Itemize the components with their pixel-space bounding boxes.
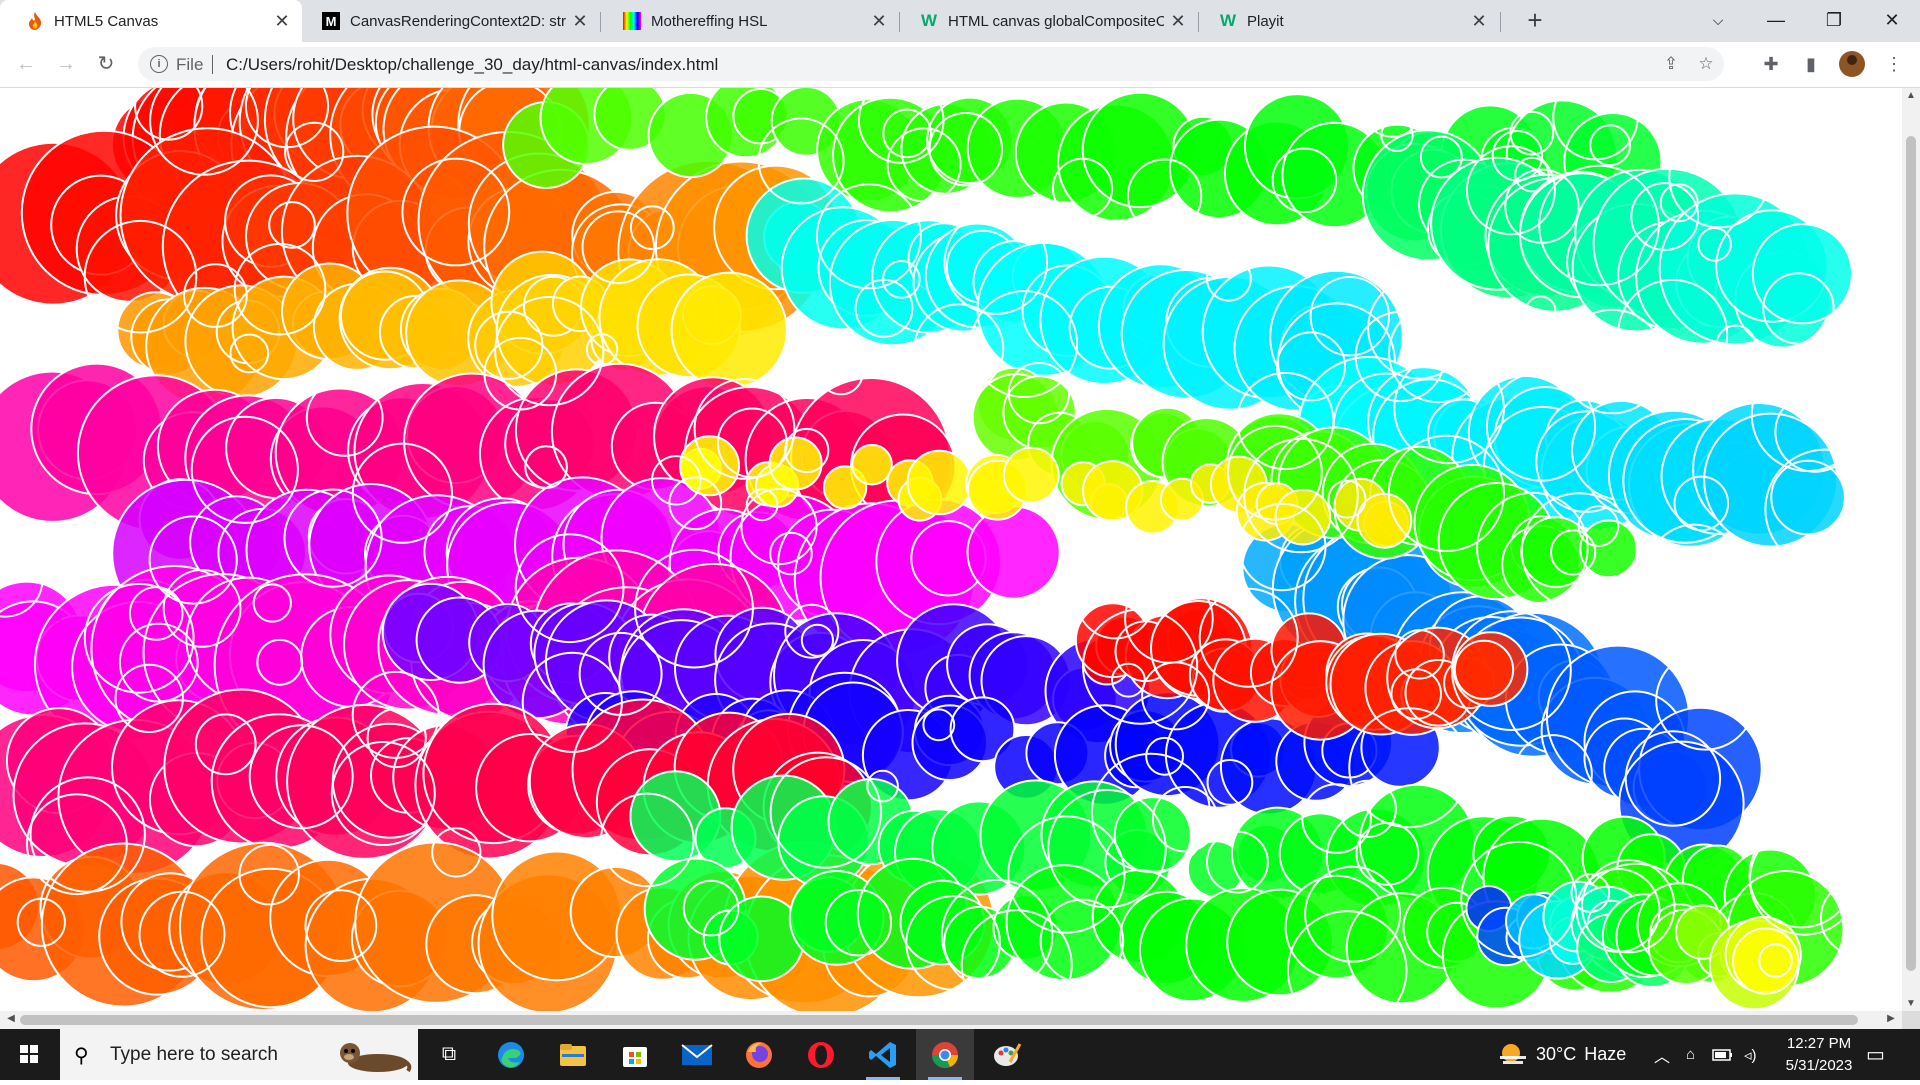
brush-stroke-circle: [1274, 488, 1332, 546]
tab-title: HTML5 Canvas: [54, 12, 159, 30]
tab-title: Mothereffing HSL: [651, 12, 768, 30]
search-icon: ⚲: [74, 1045, 89, 1067]
scroll-left-arrow-icon[interactable]: ◀: [2, 1013, 20, 1024]
firefox-icon[interactable]: [730, 1029, 788, 1080]
address-divider: [212, 55, 213, 74]
task-view-icon[interactable]: ⧉: [420, 1029, 478, 1080]
scrollbar-corner: [1902, 1011, 1920, 1029]
horizontal-scrollbar[interactable]: ◀ ▶: [0, 1011, 1902, 1029]
clock-date: 5/31/2023: [1785, 1057, 1853, 1074]
opera-icon[interactable]: [792, 1029, 850, 1080]
drawing-canvas[interactable]: [0, 88, 1902, 1011]
scroll-right-arrow-icon[interactable]: ▶: [1882, 1013, 1900, 1024]
scroll-down-arrow-icon[interactable]: ▼: [1902, 998, 1920, 1009]
tab-divider: [1500, 12, 1501, 32]
html5-flame-icon: [26, 12, 44, 30]
restore-button[interactable]: ❐: [1806, 0, 1862, 42]
vertical-scrollbar[interactable]: ▲ ▼: [1902, 88, 1920, 1011]
pattern-arc: [1815, 702, 1868, 755]
close-tab-icon[interactable]: ✕: [1465, 11, 1493, 32]
menu-kebab-icon[interactable]: ⋮: [1880, 50, 1908, 78]
horizontal-scroll-thumb[interactable]: [20, 1015, 1858, 1025]
url-text[interactable]: C:/Users/rohit/Desktop/challenge_30_day/…: [226, 55, 718, 75]
scroll-up-arrow-icon[interactable]: ▲: [1902, 90, 1920, 101]
w3schools-icon: W: [1219, 11, 1237, 30]
windows-taskbar: ⚲ Type here to search ⧉ 30°C Haze ︿ ⌂ ◃)…: [0, 1029, 1920, 1080]
volume-icon[interactable]: ◃): [1744, 1029, 1757, 1080]
mail-icon[interactable]: [668, 1029, 726, 1080]
back-button[interactable]: ←: [10, 48, 42, 80]
forward-button[interactable]: →: [50, 48, 82, 80]
file-explorer-icon[interactable]: [544, 1029, 602, 1080]
weather-widget[interactable]: 30°C Haze: [1498, 1029, 1626, 1080]
brush-stroke-circle: [670, 271, 788, 390]
otter-illustration-icon: [340, 1043, 412, 1073]
taskbar-search-box[interactable]: ⚲ Type here to search: [60, 1029, 418, 1080]
tab-title: HTML canvas globalCompositeO: [948, 12, 1164, 30]
brush-stroke-circle: [1002, 446, 1060, 504]
system-clock[interactable]: 12:27 PM 5/31/2023: [1770, 1033, 1868, 1077]
new-tab-button[interactable]: +: [1520, 6, 1550, 36]
scheme-label: File: [176, 55, 204, 74]
tab-mothereffing-hsl[interactable]: Mothereffing HSL ✕: [601, 0, 899, 42]
battery-icon[interactable]: [1712, 1029, 1734, 1080]
tab-search-chevron-icon[interactable]: ⌵: [1690, 0, 1746, 42]
close-tab-icon[interactable]: ✕: [1164, 11, 1192, 32]
brush-stroke-circle: [1453, 639, 1515, 700]
clock-time: 12:27 PM: [1786, 1035, 1852, 1052]
mdn-icon: M: [322, 12, 340, 30]
minimize-button[interactable]: —: [1748, 0, 1804, 42]
site-info-icon[interactable]: i: [150, 55, 168, 73]
close-tab-icon[interactable]: ✕: [566, 11, 594, 32]
profile-avatar[interactable]: [1839, 51, 1865, 77]
network-icon[interactable]: ⌂: [1686, 1029, 1695, 1080]
side-panel-icon[interactable]: ▮: [1797, 50, 1825, 78]
address-bar[interactable]: i File C:/Users/rohit/Desktop/challenge_…: [138, 47, 1724, 81]
browser-toolbar: ← → ↻ i File C:/Users/rohit/Desktop/chal…: [0, 42, 1920, 88]
brush-stroke-circle: [966, 505, 1061, 600]
tab-title: CanvasRenderingContext2D: stro: [350, 12, 566, 30]
tab-global-composite[interactable]: W HTML canvas globalCompositeO ✕: [900, 0, 1198, 42]
brush-stroke-circle: [851, 443, 893, 486]
page-viewport: [0, 88, 1902, 1011]
paint-icon[interactable]: [978, 1029, 1036, 1080]
brush-stroke-circle: [906, 449, 973, 516]
pattern-arc: [1660, 88, 1764, 160]
share-icon[interactable]: ⇪: [1659, 52, 1683, 76]
w3schools-icon: W: [920, 11, 938, 30]
extensions-puzzle-icon[interactable]: ✚: [1757, 50, 1785, 78]
notifications-icon[interactable]: ▭: [1866, 1029, 1885, 1080]
weather-temp: 30°C: [1536, 1044, 1577, 1064]
reload-button[interactable]: ↻: [90, 48, 122, 80]
vertical-scroll-thumb[interactable]: [1906, 136, 1916, 971]
show-hidden-icons-chevron-icon[interactable]: ︿: [1654, 1029, 1670, 1080]
tab-strip: HTML5 Canvas ✕ M CanvasRenderingContext2…: [0, 0, 1920, 42]
tab-title: Playit: [1247, 12, 1284, 30]
microsoft-store-icon[interactable]: [606, 1029, 664, 1080]
chrome-icon[interactable]: [916, 1029, 974, 1080]
weather-condition: Haze: [1584, 1044, 1627, 1064]
tab-playit[interactable]: W Playit ✕: [1199, 0, 1499, 42]
brush-stroke-circle: [768, 436, 823, 491]
weather-haze-icon: [1500, 1043, 1526, 1064]
rainbow-icon: [623, 12, 641, 30]
close-window-button[interactable]: ✕: [1864, 0, 1920, 42]
windows-logo-icon: [20, 1045, 38, 1063]
close-tab-icon[interactable]: ✕: [268, 11, 296, 32]
tab-html5-canvas[interactable]: HTML5 Canvas ✕: [0, 0, 302, 42]
tab-canvas-rendering-context[interactable]: M CanvasRenderingContext2D: stro ✕: [302, 0, 600, 42]
brush-stroke-circle: [1732, 927, 1800, 995]
brush-stroke-circle: [1113, 796, 1192, 875]
bookmark-star-icon[interactable]: ☆: [1694, 52, 1718, 76]
start-button[interactable]: [0, 1029, 58, 1080]
search-placeholder: Type here to search: [110, 1044, 278, 1065]
vscode-icon[interactable]: [854, 1029, 912, 1080]
close-tab-icon[interactable]: ✕: [865, 11, 893, 32]
edge-icon[interactable]: [482, 1029, 540, 1080]
